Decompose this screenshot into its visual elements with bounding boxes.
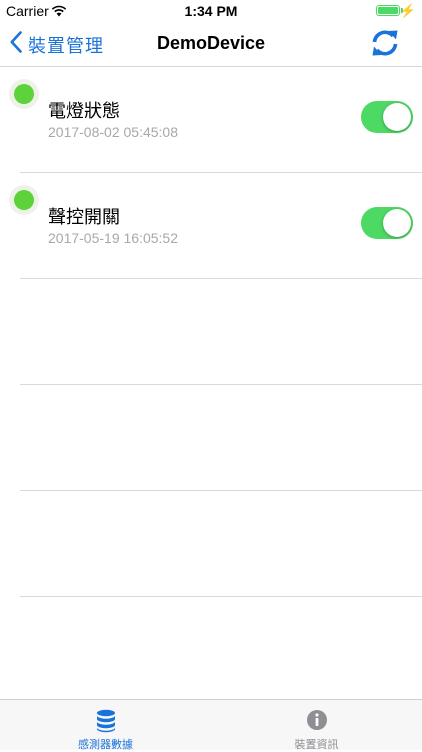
toggle-knob	[383, 209, 411, 237]
sensor-name: 聲控開關	[48, 207, 120, 227]
tab-sensor-data[interactable]: 感測器數據	[0, 700, 211, 751]
status-indicator	[9, 185, 39, 215]
tab-bar: 感測器數據 裝置資訊	[0, 699, 422, 751]
database-icon	[96, 709, 116, 738]
info-icon	[306, 709, 328, 736]
sensor-toggle[interactable]	[361, 207, 413, 239]
status-bar: Carrier 1:34 PM ⚡	[0, 0, 422, 22]
empty-row	[0, 491, 422, 597]
sensor-list: 電燈狀態 2017-08-02 05:45:08 聲控開關 2017-05-19…	[0, 67, 422, 597]
clock: 1:34 PM	[184, 3, 238, 19]
sensor-timestamp: 2017-05-19 16:05:52	[48, 230, 178, 246]
refresh-button[interactable]	[370, 27, 400, 64]
tab-device-info[interactable]: 裝置資訊	[211, 700, 422, 751]
page-title: DemoDevice	[156, 33, 266, 53]
row-divider	[20, 596, 422, 597]
battery-icon	[376, 5, 400, 16]
refresh-icon	[370, 30, 400, 63]
empty-row	[0, 385, 422, 491]
sensor-toggle[interactable]	[361, 101, 413, 133]
status-dot-icon	[14, 190, 34, 210]
status-dot-icon	[14, 84, 34, 104]
navigation-bar: 裝置管理 DemoDevice	[0, 22, 422, 67]
empty-row	[0, 279, 422, 385]
list-item: 聲控開關 2017-05-19 16:05:52	[0, 173, 422, 279]
list-item: 電燈狀態 2017-08-02 05:45:08	[0, 67, 422, 173]
toggle-knob	[383, 103, 411, 131]
sensor-name: 電燈狀態	[48, 101, 120, 121]
charging-icon: ⚡	[399, 3, 416, 18]
sensor-timestamp: 2017-08-02 05:45:08	[48, 124, 178, 140]
status-indicator	[9, 79, 39, 109]
